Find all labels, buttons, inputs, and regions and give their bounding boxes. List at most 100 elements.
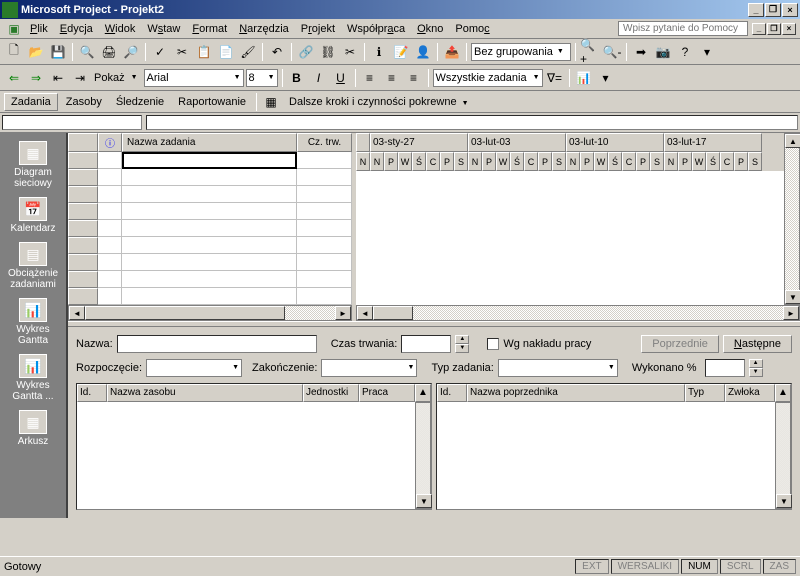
bold-icon[interactable]: B <box>287 68 307 88</box>
combo-typ-zadania[interactable]: ▼ <box>498 359 618 377</box>
menu-okno[interactable]: Okno <box>411 21 449 37</box>
gantt-day-header[interactable]: C <box>622 152 636 171</box>
filter-combo[interactable]: Wszystkie zadania▼ <box>433 69 543 87</box>
gantt-day-header[interactable]: W <box>594 152 608 171</box>
zoom-in-icon[interactable]: 🔍+ <box>580 42 600 62</box>
gantt-day-header[interactable]: S <box>454 152 468 171</box>
col-pred-zwloka[interactable]: Zwłoka <box>725 384 775 402</box>
indent-icon[interactable]: ⇥ <box>70 68 90 88</box>
menu-narzedzia[interactable]: Narzędzia <box>233 21 295 37</box>
undo-icon[interactable]: ↶ <box>267 42 287 62</box>
copy-picture-icon[interactable]: 📷 <box>653 42 673 62</box>
autofilter-icon[interactable]: ∇= <box>545 68 565 88</box>
gantt-week-header[interactable]: 03-sty-27 <box>370 133 468 152</box>
menu-pomoc[interactable]: Pomoc <box>449 21 495 37</box>
resources-body[interactable] <box>77 402 415 509</box>
align-center-icon[interactable]: ≡ <box>382 68 402 88</box>
pred-scroll-up[interactable]: ▲ <box>775 384 791 402</box>
input-nazwa[interactable] <box>117 335 317 353</box>
col-pred-nazwa[interactable]: Nazwa poprzednika <box>467 384 685 402</box>
nav-fwd-icon[interactable]: ⇒ <box>26 68 46 88</box>
menu-wstaw[interactable]: Wstaw <box>141 21 186 37</box>
split-icon[interactable]: ✂ <box>340 42 360 62</box>
preview-icon[interactable]: 🔎 <box>121 42 141 62</box>
menu-projekt[interactable]: Projekt <box>295 21 341 37</box>
pred-vscroll[interactable]: ▼ <box>775 402 791 509</box>
gantt-day-header[interactable]: W <box>692 152 706 171</box>
gantt-day-header[interactable]: S <box>650 152 664 171</box>
gantt-week-header[interactable]: 03-lut-17 <box>664 133 762 152</box>
dalsze-kroki-dropdown[interactable]: Dalsze kroki i czynności pokrewne ▼ <box>283 94 475 110</box>
gantt-week-header[interactable]: 03-lut-03 <box>468 133 566 152</box>
cell-value-box[interactable] <box>146 115 798 130</box>
notes-icon[interactable]: 📝 <box>391 42 411 62</box>
paste-icon[interactable]: 📄 <box>216 42 236 62</box>
gantt-day-header[interactable]: N <box>370 152 384 171</box>
open-icon[interactable]: 📂 <box>26 42 46 62</box>
col-indicator[interactable]: ⓘ <box>98 133 122 152</box>
view-kalendarz[interactable]: 📅Kalendarz <box>1 195 65 236</box>
gantt-day-header[interactable]: Ś <box>706 152 720 171</box>
combo-zakonczenie[interactable]: ▼ <box>321 359 417 377</box>
grouping-combo[interactable]: Bez grupowania▼ <box>471 43 571 61</box>
menu-format[interactable]: Format <box>186 21 233 37</box>
mdi-close-button[interactable]: × <box>782 23 796 35</box>
minimize-button[interactable]: _ <box>748 3 764 17</box>
tab-sledzenie[interactable]: Śledzenie <box>110 94 170 110</box>
tab-raportowanie[interactable]: Raportowanie <box>172 94 252 110</box>
font-combo[interactable]: Arial▼ <box>144 69 244 87</box>
copy-icon[interactable]: 📋 <box>194 42 214 62</box>
outdent-icon[interactable]: ⇤ <box>48 68 68 88</box>
gantt-day-header[interactable]: W <box>398 152 412 171</box>
view-diagram-sieciowy[interactable]: ▦Diagram sieciowy <box>1 139 65 191</box>
show-dropdown[interactable]: ▼ <box>131 74 138 81</box>
format-painter-icon[interactable]: 🖌 <box>238 42 258 62</box>
nav-back-icon[interactable]: ⇐ <box>4 68 24 88</box>
res-vscroll[interactable]: ▼ <box>415 402 431 509</box>
toolbar-overflow2-icon[interactable]: ▾ <box>596 68 616 88</box>
gantt-day-header[interactable]: N <box>356 152 370 171</box>
grid-hscroll[interactable]: ◄► <box>68 305 352 321</box>
align-left-icon[interactable]: ≡ <box>360 68 380 88</box>
col-select-all[interactable] <box>68 133 98 152</box>
view-wykres-gantta-2[interactable]: 📊Wykres Gantta ... <box>1 352 65 404</box>
gantt-day-header[interactable]: S <box>748 152 762 171</box>
view-arkusz[interactable]: ▦Arkusz <box>1 408 65 449</box>
gantt-week-header[interactable] <box>356 133 370 152</box>
active-cell[interactable] <box>122 152 297 169</box>
col-res-id[interactable]: Id. <box>77 384 107 402</box>
new-icon[interactable]: 🗋 <box>4 42 24 62</box>
gantt-day-header[interactable]: Ś <box>608 152 622 171</box>
gantt-day-header[interactable]: P <box>734 152 748 171</box>
gantt-day-header[interactable]: C <box>426 152 440 171</box>
help-search-input[interactable] <box>618 21 748 36</box>
gantt-day-header[interactable]: P <box>384 152 398 171</box>
col-res-jednostki[interactable]: Jednostki <box>303 384 359 402</box>
publish-icon[interactable]: 📤 <box>442 42 462 62</box>
gantt-body[interactable] <box>356 171 800 305</box>
gantt-day-header[interactable]: P <box>482 152 496 171</box>
menu-wspolpraca[interactable]: Współpraca <box>341 21 411 37</box>
gantt-day-header[interactable]: N <box>468 152 482 171</box>
unlink-icon[interactable]: ⛓ <box>318 42 338 62</box>
view-obciazenie[interactable]: ▤Obciążenie zadaniami <box>1 240 65 292</box>
cut-icon[interactable]: ✂ <box>172 42 192 62</box>
cell-reference-box[interactable] <box>2 115 142 130</box>
button-nastepne[interactable]: Następne <box>723 335 792 353</box>
menu-widok[interactable]: Widok <box>99 21 142 37</box>
col-res-praca[interactable]: Praca <box>359 384 415 402</box>
tab-zasoby[interactable]: Zasoby <box>60 94 108 110</box>
gantt-day-header[interactable]: Ś <box>510 152 524 171</box>
tab-zadania[interactable]: Zadania <box>4 93 58 111</box>
input-czas-trwania[interactable] <box>401 335 451 353</box>
col-czas-trwania[interactable]: Cz. trw. <box>297 133 352 152</box>
combo-rozpoczecie[interactable]: ▼ <box>146 359 242 377</box>
col-pred-typ[interactable]: Typ <box>685 384 725 402</box>
spell-icon[interactable]: ✓ <box>150 42 170 62</box>
mdi-restore-button[interactable]: ❐ <box>767 23 781 35</box>
spinner-czas[interactable]: ▲▼ <box>455 335 469 353</box>
project-icon[interactable]: ▣ <box>4 19 24 39</box>
print-icon[interactable]: 🖨 <box>99 42 119 62</box>
align-right-icon[interactable]: ≡ <box>404 68 424 88</box>
col-nazwa-zadania[interactable]: Nazwa zadania <box>122 133 297 152</box>
